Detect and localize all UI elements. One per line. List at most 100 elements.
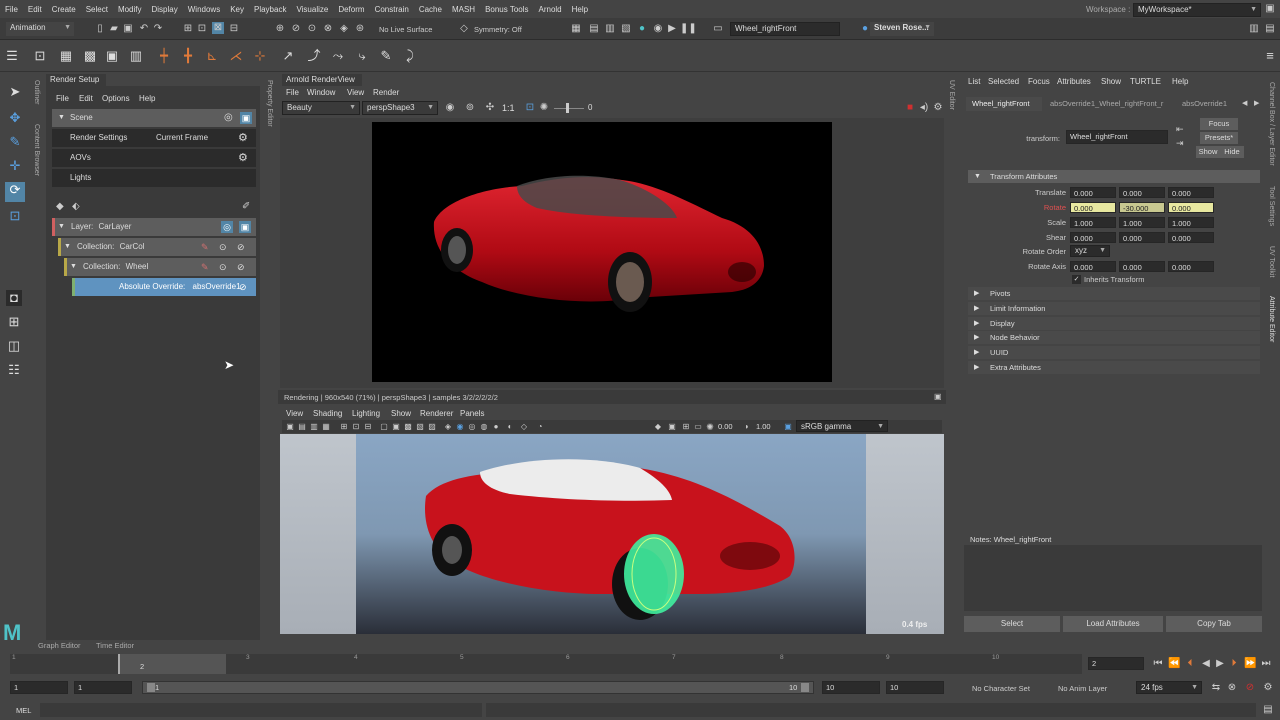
- attribute-editor-tab[interactable]: Attribute Editor: [1268, 296, 1275, 342]
- collapse-triangle-icon[interactable]: ▼: [64, 238, 71, 256]
- aa-icon[interactable]: ◍: [478, 421, 490, 433]
- ao-icon[interactable]: ◉: [454, 421, 466, 433]
- command-input[interactable]: [40, 703, 482, 717]
- playback-start-field[interactable]: 1: [74, 681, 132, 694]
- ae-tab-override[interactable]: absOverride1: [1178, 97, 1234, 111]
- ae-menu-show[interactable]: Show: [1101, 77, 1121, 86]
- rv-menu-view[interactable]: View: [347, 88, 364, 97]
- xray-icon[interactable]: ◈: [442, 421, 454, 433]
- ep-curve-icon[interactable]: ⤳: [330, 48, 346, 64]
- select-tool-icon[interactable]: ➤: [7, 84, 23, 100]
- rv-menu-window[interactable]: Window: [307, 88, 335, 97]
- rotate-axis-x-field[interactable]: 0.000: [1070, 261, 1116, 272]
- sidebar-toggle-icon[interactable]: ▥: [1248, 23, 1260, 35]
- rotate-order-dropdown[interactable]: xyz ▼: [1070, 245, 1110, 257]
- menu-set-dropdown[interactable]: Animation ▼: [6, 22, 74, 36]
- live-surface-label[interactable]: No Live Surface: [379, 25, 432, 34]
- ae-menu-attributes[interactable]: Attributes: [1057, 77, 1091, 86]
- hide-button[interactable]: Hide: [1220, 146, 1244, 158]
- lasso-icon[interactable]: ⊟: [228, 23, 240, 35]
- ae-menu-focus[interactable]: Focus: [1028, 77, 1050, 86]
- shadows-icon[interactable]: ▨: [426, 421, 438, 433]
- bookmark-icon[interactable]: ▥: [308, 421, 320, 433]
- exposure-settings-icon[interactable]: ✺: [704, 421, 716, 433]
- range-start-handle[interactable]: [147, 683, 155, 692]
- ae-menu-selected[interactable]: Selected: [988, 77, 1019, 86]
- mel-label[interactable]: MEL: [16, 706, 31, 715]
- xray-icon[interactable]: ▥: [128, 48, 144, 64]
- ae-tab-override-node[interactable]: absOverride1_Wheel_rightFront_r: [1046, 97, 1176, 111]
- gamma-icon[interactable]: ◑: [740, 421, 752, 433]
- motion-blur-icon[interactable]: ◎: [466, 421, 478, 433]
- snap-surface-icon[interactable]: ◈: [338, 23, 350, 35]
- render-icon[interactable]: ▣: [240, 112, 252, 124]
- menu-modify[interactable]: Modify: [113, 5, 147, 14]
- paint-select-icon[interactable]: ✎: [7, 134, 23, 150]
- film-gate-icon[interactable]: ▦: [58, 48, 74, 64]
- redo-icon[interactable]: ↷: [152, 23, 164, 35]
- edit-icon[interactable]: ✎: [201, 238, 209, 256]
- transform-attributes-section[interactable]: ▼ Transform Attributes: [968, 170, 1260, 183]
- ik-handle-icon[interactable]: ╋: [180, 48, 196, 64]
- ae-menu-help[interactable]: Help: [1172, 77, 1188, 86]
- step-back-frame-icon[interactable]: ⏴: [1184, 658, 1196, 670]
- shear-y-field[interactable]: 0.000: [1119, 232, 1165, 243]
- menu-help[interactable]: Help: [567, 5, 593, 14]
- dof-icon[interactable]: ●: [490, 421, 502, 433]
- two-pane-icon[interactable]: ◫: [6, 338, 22, 354]
- lights-row[interactable]: Lights: [52, 169, 256, 187]
- vp-menu-show[interactable]: Show: [391, 409, 411, 418]
- gate-icon[interactable]: ▭: [692, 421, 704, 433]
- render-region-icon[interactable]: ⊡: [32, 48, 48, 64]
- snap-view-icon[interactable]: ⊗: [322, 23, 334, 35]
- menu-arnold[interactable]: Arnold: [534, 5, 567, 14]
- render-setup-title[interactable]: Render Setup: [46, 74, 106, 86]
- rotate-x-field[interactable]: 0.000: [1070, 202, 1116, 213]
- open-scene-icon[interactable]: ▰: [108, 23, 120, 35]
- aovs-row[interactable]: AOVs ⚙: [52, 149, 256, 167]
- select-button[interactable]: Select: [964, 616, 1060, 632]
- isolate-icon[interactable]: ◐: [504, 421, 516, 433]
- shear-x-field[interactable]: 0.000: [1070, 232, 1116, 243]
- hypershade-icon[interactable]: ●: [636, 23, 648, 35]
- disable-icon[interactable]: ⊘: [239, 278, 247, 296]
- gear-icon[interactable]: ⚙: [238, 129, 248, 147]
- import-icon[interactable]: ⬖: [72, 201, 80, 212]
- property-editor-tab[interactable]: Property Editor: [266, 80, 273, 127]
- time-slider[interactable]: 1 2 3 4 5 6 7 8 9 10 2 ⏮ ⏪ ⏴ ◀ ▶ ⏵ ⏩ ⏭: [0, 652, 1280, 676]
- copy-tab-button[interactable]: Copy Tab: [1166, 616, 1262, 632]
- extra-attributes-section[interactable]: ▶ Extra Attributes: [968, 361, 1260, 374]
- gear-icon[interactable]: ⚙: [932, 102, 944, 114]
- rotate-z-field[interactable]: 0.000: [1168, 202, 1214, 213]
- gear-icon[interactable]: ⚙: [238, 149, 248, 167]
- loop-icon[interactable]: ⇆: [1210, 682, 1222, 694]
- paint-weights-icon[interactable]: ⋌: [228, 48, 244, 64]
- isolate-icon[interactable]: ⊙: [219, 238, 227, 256]
- collapse-triangle-icon[interactable]: ▼: [58, 109, 65, 127]
- uv-editor-tab[interactable]: UV Editor: [948, 80, 955, 110]
- render-icon[interactable]: ▣: [239, 221, 251, 233]
- lasso-tool-icon[interactable]: ✥: [7, 110, 23, 126]
- notes-textarea[interactable]: [964, 545, 1262, 611]
- exposure-icon[interactable]: ◆: [652, 421, 664, 433]
- crop-icon[interactable]: ⊡: [524, 102, 536, 114]
- go-to-start-icon[interactable]: ⏮: [1152, 658, 1164, 670]
- uv-toolkit-tab[interactable]: UV Toolkit: [1268, 246, 1275, 277]
- range-slider[interactable]: 1 10: [142, 681, 814, 694]
- menu-display[interactable]: Display: [147, 5, 183, 14]
- shear-z-field[interactable]: 0.000: [1168, 232, 1214, 243]
- speaker-icon[interactable]: ◂): [918, 102, 930, 114]
- rotate-y-field[interactable]: -30.000: [1119, 202, 1165, 213]
- scale-x-field[interactable]: 1.000: [1070, 217, 1116, 228]
- play-backwards-icon[interactable]: ◀: [1200, 658, 1212, 670]
- step-forward-key-icon[interactable]: ⏩: [1244, 658, 1256, 670]
- ipr-icon[interactable]: ▥: [604, 23, 616, 35]
- current-frame-field[interactable]: 2: [1088, 657, 1144, 670]
- tab-right-icon[interactable]: ▶: [1254, 99, 1259, 107]
- menu-visualize[interactable]: Visualize: [291, 5, 333, 14]
- lock-camera-icon[interactable]: ▤: [296, 421, 308, 433]
- select-hierarchy-icon[interactable]: ⊞: [182, 23, 194, 35]
- snap-grid-icon[interactable]: ⊕: [274, 23, 286, 35]
- textured-icon[interactable]: ▩: [402, 421, 414, 433]
- options-icon[interactable]: ✐: [242, 201, 250, 212]
